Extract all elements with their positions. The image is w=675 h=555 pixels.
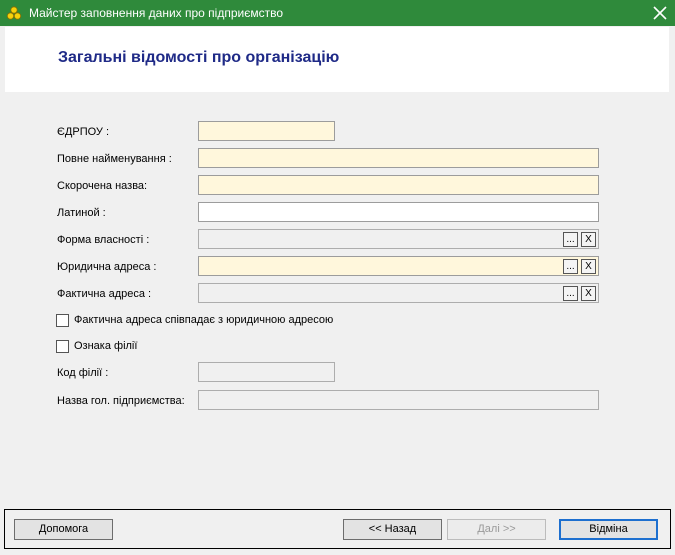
- help-button[interactable]: Допомога: [14, 519, 113, 540]
- app-logo-icon: [6, 5, 22, 21]
- page-title: Загальні відомості про організацію: [58, 49, 340, 66]
- branch-code-input[interactable]: [198, 362, 335, 382]
- branch-code-label: Код філії :: [57, 367, 109, 379]
- same-address-label: Фактична адреса співпадає з юридичною ад…: [74, 314, 334, 326]
- same-address-checkbox-row[interactable]: Фактична адреса співпадає з юридичною ад…: [56, 313, 333, 327]
- cancel-button[interactable]: Відміна: [559, 519, 658, 540]
- title-bar: Майстер заповнення даних про підприємств…: [0, 0, 675, 26]
- next-button[interactable]: Далі >>: [447, 519, 546, 540]
- legal-address-clear-button[interactable]: X: [581, 259, 596, 274]
- short-name-input[interactable]: [198, 175, 599, 195]
- edrpou-input[interactable]: [198, 121, 335, 141]
- actual-address-label: Фактична адреса :: [57, 288, 152, 300]
- legal-address-label: Юридична адреса :: [57, 261, 157, 273]
- branch-flag-checkbox-row[interactable]: Ознака філії: [56, 339, 137, 353]
- latin-name-label: Латиной :: [57, 207, 106, 219]
- parent-company-label: Назва гол. підприємства:: [57, 395, 185, 407]
- legal-address-browse-button[interactable]: ...: [563, 259, 578, 274]
- close-button[interactable]: [645, 0, 675, 26]
- edrpou-label: ЄДРПОУ :: [57, 126, 110, 138]
- ownership-clear-button[interactable]: X: [581, 232, 596, 247]
- wizard-footer: Допомога << Назад Далі >> Відміна: [4, 509, 671, 549]
- same-address-checkbox[interactable]: [56, 313, 69, 327]
- actual-address-input[interactable]: [198, 283, 599, 303]
- full-name-input[interactable]: [198, 148, 599, 168]
- actual-address-clear-button[interactable]: X: [581, 286, 596, 301]
- short-name-label: Скорочена назва:: [57, 180, 148, 192]
- actual-address-browse-button[interactable]: ...: [563, 286, 578, 301]
- back-button[interactable]: << Назад: [343, 519, 442, 540]
- latin-name-input[interactable]: [198, 202, 599, 222]
- full-name-label: Повне найменування :: [57, 153, 172, 165]
- branch-flag-label: Ознака філії: [74, 340, 138, 352]
- branch-flag-checkbox[interactable]: [56, 339, 69, 353]
- ownership-label: Форма власності :: [57, 234, 150, 246]
- wizard-header: Загальні відомості про організацію: [5, 27, 669, 92]
- ownership-input[interactable]: [198, 229, 599, 249]
- close-icon: [653, 6, 667, 20]
- parent-company-input[interactable]: [198, 390, 599, 410]
- ownership-browse-button[interactable]: ...: [563, 232, 578, 247]
- legal-address-input[interactable]: [198, 256, 599, 276]
- window-title: Майстер заповнення даних про підприємств…: [29, 6, 284, 20]
